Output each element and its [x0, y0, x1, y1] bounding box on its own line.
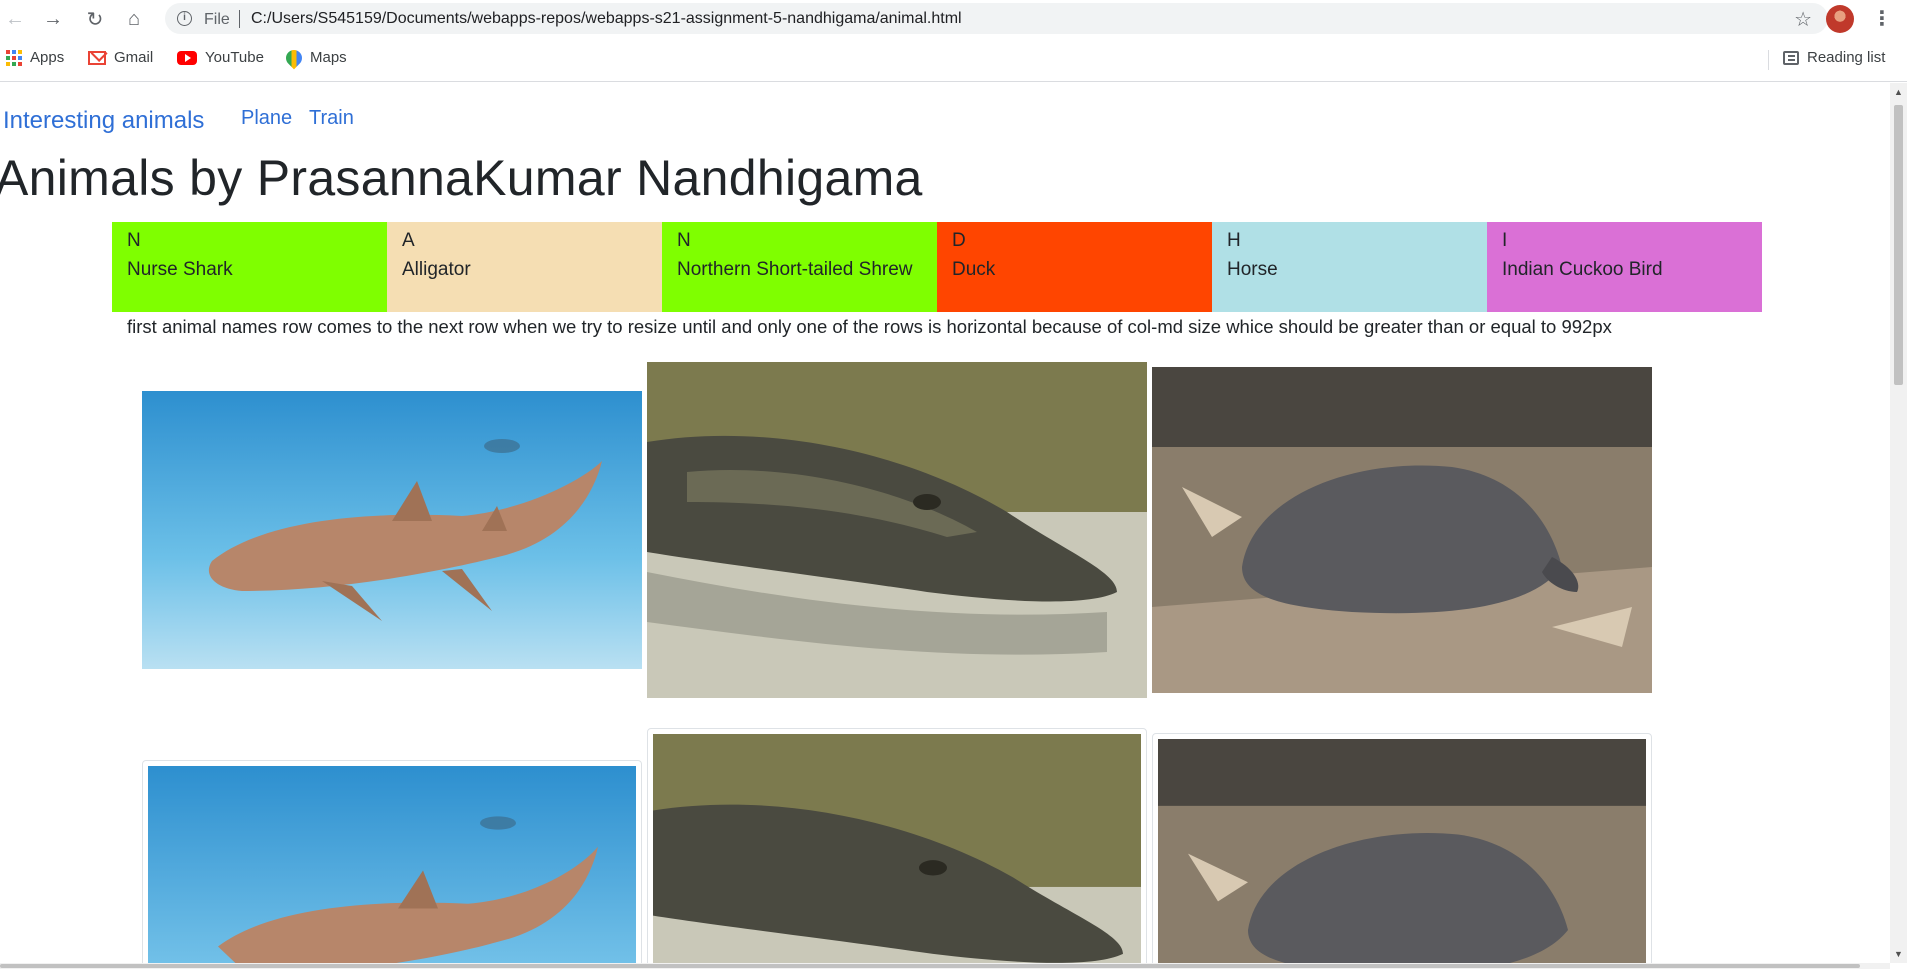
resize-note: first animal names row comes to the next…: [127, 316, 1612, 337]
bookmark-gmail[interactable]: Gmail: [88, 49, 153, 66]
reading-list-button[interactable]: Reading list: [1783, 49, 1885, 66]
scrollbar-thumb[interactable]: [1894, 105, 1903, 385]
bookmark-apps[interactable]: Apps: [6, 49, 64, 66]
nurse-shark-photo: [142, 391, 642, 669]
browser-toolbar: ← → ↻ ⌂ i File C:/Users/S545159/Document…: [0, 0, 1907, 37]
nurse-shark-thumbnail: [142, 760, 642, 963]
animal-letter: D: [952, 230, 966, 251]
home-icon[interactable]: ⌂: [121, 6, 147, 32]
animal-name: Indian Cuckoo Bird: [1502, 259, 1663, 280]
navbar-brand[interactable]: Interesting animals: [3, 107, 204, 135]
bookmark-label: YouTube: [205, 49, 264, 66]
youtube-icon: [177, 50, 197, 65]
address-bar[interactable]: i File C:/Users/S545159/Documents/webapp…: [165, 3, 1828, 34]
bookmark-label: Gmail: [114, 49, 154, 66]
profile-avatar[interactable]: [1826, 5, 1854, 33]
bookmarks-bar: Apps Gmail YouTube Maps Reading list: [0, 37, 1907, 82]
animal-name: Horse: [1227, 259, 1278, 280]
back-arrow-icon[interactable]: ←: [2, 6, 28, 32]
bookmark-maps[interactable]: Maps: [282, 46, 347, 69]
browser-menu-icon[interactable]: ⋮: [1872, 6, 1892, 32]
address-url[interactable]: C:/Users/S545159/Documents/webapps-repos…: [251, 10, 962, 28]
alligator-thumbnail: [647, 728, 1147, 963]
shrew-photo: [1152, 367, 1652, 693]
animal-cell-alligator: A Alligator: [387, 222, 662, 312]
animal-names-row: N Nurse Shark A Alligator N Northern Sho…: [112, 222, 1762, 312]
animal-name: Duck: [952, 259, 996, 280]
animal-letter: N: [677, 230, 691, 251]
animal-letter: A: [402, 230, 415, 251]
bookmark-label: Apps: [30, 49, 65, 66]
animal-letter: H: [1227, 230, 1241, 251]
bookmark-youtube[interactable]: YouTube: [177, 49, 264, 66]
page-title: Animals by PrasannaKumar Nandhigama: [0, 150, 923, 206]
animal-name: Nurse Shark: [127, 259, 233, 280]
forward-arrow-icon[interactable]: →: [40, 6, 66, 32]
apps-grid-icon: [6, 49, 22, 66]
animal-name: Northern Short-tailed Shrew: [677, 259, 913, 280]
animal-cell-duck: D Duck: [937, 222, 1212, 312]
reading-list-icon: [1783, 50, 1799, 65]
bookmark-label: Maps: [310, 49, 347, 66]
animal-name: Alligator: [402, 259, 471, 280]
scroll-down-icon[interactable]: ▼: [1894, 949, 1903, 959]
address-scheme: File: [204, 11, 230, 28]
vertical-scrollbar[interactable]: ▲ ▼: [1890, 83, 1907, 963]
reading-list-label: Reading list: [1807, 49, 1886, 66]
nav-link-train[interactable]: Train: [309, 107, 354, 130]
maps-icon: [282, 46, 306, 69]
page-viewport: Interesting animals Plane Train Animals …: [0, 83, 1890, 963]
gmail-icon: [88, 50, 106, 65]
bookmark-star-icon[interactable]: ☆: [1794, 7, 1812, 32]
shrew-thumbnail: [1152, 733, 1652, 963]
scrollbar-thumb[interactable]: [0, 964, 1860, 968]
bookmarks-divider: [1768, 50, 1769, 70]
horizontal-scrollbar[interactable]: [0, 963, 1890, 969]
animal-cell-shrew: N Northern Short-tailed Shrew: [662, 222, 937, 312]
info-icon[interactable]: i: [177, 11, 192, 26]
scroll-up-icon[interactable]: ▲: [1894, 87, 1903, 97]
alligator-photo: [647, 362, 1147, 698]
animal-cell-nurse-shark: N Nurse Shark: [112, 222, 387, 312]
animal-cell-indian-cuckoo: I Indian Cuckoo Bird: [1487, 222, 1762, 312]
animal-letter: I: [1502, 230, 1508, 251]
animal-cell-horse: H Horse: [1212, 222, 1487, 312]
animal-letter: N: [127, 230, 141, 251]
nav-link-plane[interactable]: Plane: [241, 107, 292, 130]
address-separator: [239, 10, 240, 28]
reload-icon[interactable]: ↻: [82, 6, 108, 32]
